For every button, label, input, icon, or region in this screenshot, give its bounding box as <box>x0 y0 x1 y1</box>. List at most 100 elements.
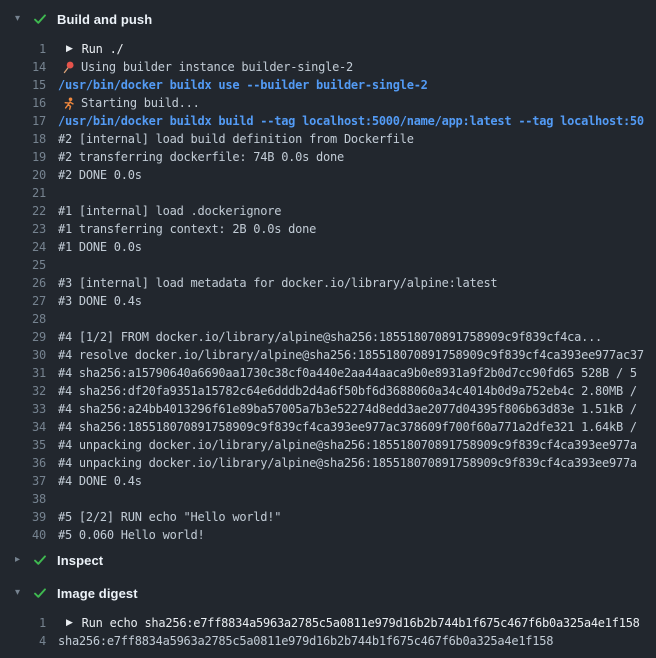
line-number[interactable]: 26 <box>0 274 46 292</box>
pushpin-icon <box>62 61 75 74</box>
log-text: #2 [internal] load build definition from… <box>58 130 414 148</box>
log-line: 1 ▶Run echo sha256:e7ff8834a5963a2785c5a0… <box>0 614 656 632</box>
log-line: 20 #2 DONE 0.0s <box>0 166 656 184</box>
chevron-right-icon[interactable]: ▸ <box>15 555 27 565</box>
log-line: 39 #5 [2/2] RUN echo "Hello world!" <box>0 508 656 526</box>
log-line-body: #2 DONE 0.0s <box>58 166 142 184</box>
chevron-down-icon[interactable]: ▾ <box>15 14 27 24</box>
log-line: 15/usr/bin/docker buildx use --builder b… <box>0 76 656 94</box>
line-number[interactable]: 37 <box>0 472 46 490</box>
log-line: 22 #1 [internal] load .dockerignore <box>0 202 656 220</box>
log-line: 23 #1 transferring context: 2B 0.0s done <box>0 220 656 238</box>
line-number[interactable]: 1 <box>0 40 46 58</box>
log-text: #4 resolve docker.io/library/alpine@sha2… <box>58 346 644 364</box>
log-text: /usr/bin/docker buildx build --tag local… <box>58 112 644 130</box>
line-number[interactable]: 22 <box>0 202 46 220</box>
section-header-image-digest[interactable]: ▾ Image digest <box>0 581 656 605</box>
log-line-body: #4 sha256:185518070891758909c9f839cf4ca3… <box>58 418 637 436</box>
log-line-body: #1 [internal] load .dockerignore <box>58 202 281 220</box>
line-number[interactable]: 1 <box>0 614 46 632</box>
line-number[interactable]: 24 <box>0 238 46 256</box>
line-number[interactable]: 29 <box>0 328 46 346</box>
line-number[interactable]: 4 <box>0 632 46 650</box>
log-line: 27 #3 DONE 0.4s <box>0 292 656 310</box>
section-title: Inspect <box>57 553 103 568</box>
actions-log-viewer: ▾Build and push1▶Run ./14Using builder i… <box>0 0 656 658</box>
log-text: #2 transferring dockerfile: 74B 0.0s don… <box>58 148 344 166</box>
line-number[interactable]: 36 <box>0 454 46 472</box>
log-text: #2 DONE 0.0s <box>58 166 142 184</box>
log-line: 37 #4 DONE 0.4s <box>0 472 656 490</box>
line-number[interactable]: 30 <box>0 346 46 364</box>
line-number[interactable]: 15 <box>0 76 46 94</box>
line-number[interactable]: 25 <box>0 256 46 274</box>
log-line: 32 #4 sha256:df20fa9351a15782c64e6dddb2d4… <box>0 382 656 400</box>
log-line-body: /usr/bin/docker buildx use --builder bui… <box>58 76 428 94</box>
log-text: Run ./ <box>82 40 124 58</box>
log-text: #1 transferring context: 2B 0.0s done <box>58 220 316 238</box>
chevron-down-icon[interactable]: ▾ <box>15 588 27 598</box>
section-title: Image digest <box>57 586 138 601</box>
line-number[interactable]: 32 <box>0 382 46 400</box>
line-number[interactable]: 34 <box>0 418 46 436</box>
log-line-body: #1 transferring context: 2B 0.0s done <box>58 220 316 238</box>
line-number[interactable]: 39 <box>0 508 46 526</box>
line-number[interactable]: 40 <box>0 526 46 544</box>
log-text: #3 DONE 0.4s <box>58 292 142 310</box>
log-text: #1 [internal] load .dockerignore <box>58 202 281 220</box>
line-number[interactable]: 16 <box>0 94 46 112</box>
log-line-body: ▶Run echo sha256:e7ff8834a5963a2785c5a08… <box>66 614 640 632</box>
log-line-body: #4 unpacking docker.io/library/alpine@sh… <box>58 436 637 454</box>
log-text: #4 DONE 0.4s <box>58 472 142 490</box>
log-lines-build-and-push: 1 ▶ Run ./ 14 Using builder instance builder… <box>0 40 656 544</box>
log-lines-image-digest: 1 ▶Run echo sha256:e7ff8834a5963a2785c5a0… <box>0 614 656 650</box>
log-text: #4 sha256:185518070891758909c9f839cf4ca3… <box>58 418 637 436</box>
log-line-body: #4 resolve docker.io/library/alpine@sha2… <box>58 346 644 364</box>
log-line: 24 #1 DONE 0.0s <box>0 238 656 256</box>
log-line-body: ▶ Run ./ <box>66 40 124 58</box>
line-number[interactable]: 21 <box>0 184 46 202</box>
expand-group-arrow-icon[interactable]: ▶ <box>66 45 73 54</box>
line-number[interactable]: 28 <box>0 310 46 328</box>
log-line: 30 #4 resolve docker.io/library/alpine@sh… <box>0 346 656 364</box>
log-text: Starting build... <box>81 94 200 112</box>
check-icon <box>32 552 48 568</box>
section-header-inspect[interactable]: ▸ Inspect <box>0 548 656 572</box>
line-number[interactable]: 38 <box>0 490 46 508</box>
log-line: 18 #2 [internal] load build definition fr… <box>0 130 656 148</box>
log-text: #1 DONE 0.0s <box>58 238 142 256</box>
log-line-body: #2 [internal] load build definition from… <box>58 130 414 148</box>
line-number[interactable]: 31 <box>0 364 46 382</box>
check-icon <box>32 11 48 27</box>
log-text: #4 sha256:df20fa9351a15782c64e6dddb2d4a6… <box>58 382 637 400</box>
line-number[interactable]: 27 <box>0 292 46 310</box>
log-line-body: #5 0.060 Hello world! <box>58 526 204 544</box>
log-text: #5 0.060 Hello world! <box>58 526 204 544</box>
runner-icon <box>62 97 75 110</box>
log-text: #4 sha256:a15790640a6690aa1730c38cf0a440… <box>58 364 637 382</box>
log-line: 35 #4 unpacking docker.io/library/alpine@… <box>0 436 656 454</box>
expand-group-arrow-icon[interactable]: ▶ <box>66 619 73 628</box>
log-line-body: #4 sha256:df20fa9351a15782c64e6dddb2d4a6… <box>58 382 637 400</box>
log-line-body: #5 [2/2] RUN echo "Hello world!" <box>58 508 281 526</box>
log-line-body: Using builder instance builder-single-2 <box>58 58 353 76</box>
line-number[interactable]: 33 <box>0 400 46 418</box>
line-number[interactable]: 14 <box>0 58 46 76</box>
line-number[interactable]: 18 <box>0 130 46 148</box>
log-line-body: sha256:e7ff8834a5963a2785c5a0811e979d16b… <box>58 632 553 650</box>
line-number[interactable]: 23 <box>0 220 46 238</box>
line-number[interactable]: 17 <box>0 112 46 130</box>
line-number[interactable]: 19 <box>0 148 46 166</box>
log-line-body: #4 sha256:a15790640a6690aa1730c38cf0a440… <box>58 364 637 382</box>
line-number[interactable]: 35 <box>0 436 46 454</box>
log-text: #4 unpacking docker.io/library/alpine@sh… <box>58 454 637 472</box>
log-line: 36 #4 unpacking docker.io/library/alpine@… <box>0 454 656 472</box>
line-number[interactable]: 20 <box>0 166 46 184</box>
log-line-body: #4 [1/2] FROM docker.io/library/alpine@s… <box>58 328 602 346</box>
log-line-body: Starting build... <box>58 94 200 112</box>
log-line-body: #2 transferring dockerfile: 74B 0.0s don… <box>58 148 344 166</box>
log-text: #3 [internal] load metadata for docker.i… <box>58 274 497 292</box>
log-line: 28 <box>0 310 656 328</box>
log-line-body: #4 unpacking docker.io/library/alpine@sh… <box>58 454 637 472</box>
section-header-build-and-push[interactable]: ▾Build and push <box>0 7 656 31</box>
